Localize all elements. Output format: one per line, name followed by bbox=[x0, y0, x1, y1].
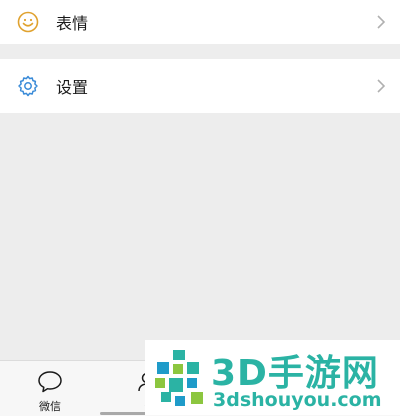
list-item-settings[interactable]: 设置 bbox=[0, 59, 400, 113]
watermark-url: 3dshouyou.com bbox=[213, 389, 382, 411]
smiley-icon bbox=[17, 11, 39, 33]
watermark-logo-icon bbox=[155, 350, 203, 406]
tab-chats[interactable]: 微信 bbox=[0, 361, 100, 416]
watermark-logo: 3D手游网 3dshouyou.com bbox=[145, 340, 400, 415]
chevron-right-icon bbox=[377, 15, 386, 29]
tab-label: 微信 bbox=[39, 400, 61, 413]
list-item-label: 设置 bbox=[56, 78, 89, 97]
list-item-expressions[interactable]: 表情 bbox=[0, 0, 400, 44]
list-item-label: 表情 bbox=[56, 14, 89, 33]
gear-icon bbox=[18, 75, 38, 97]
chevron-right-icon bbox=[377, 79, 386, 93]
chat-bubble-icon bbox=[38, 371, 62, 393]
